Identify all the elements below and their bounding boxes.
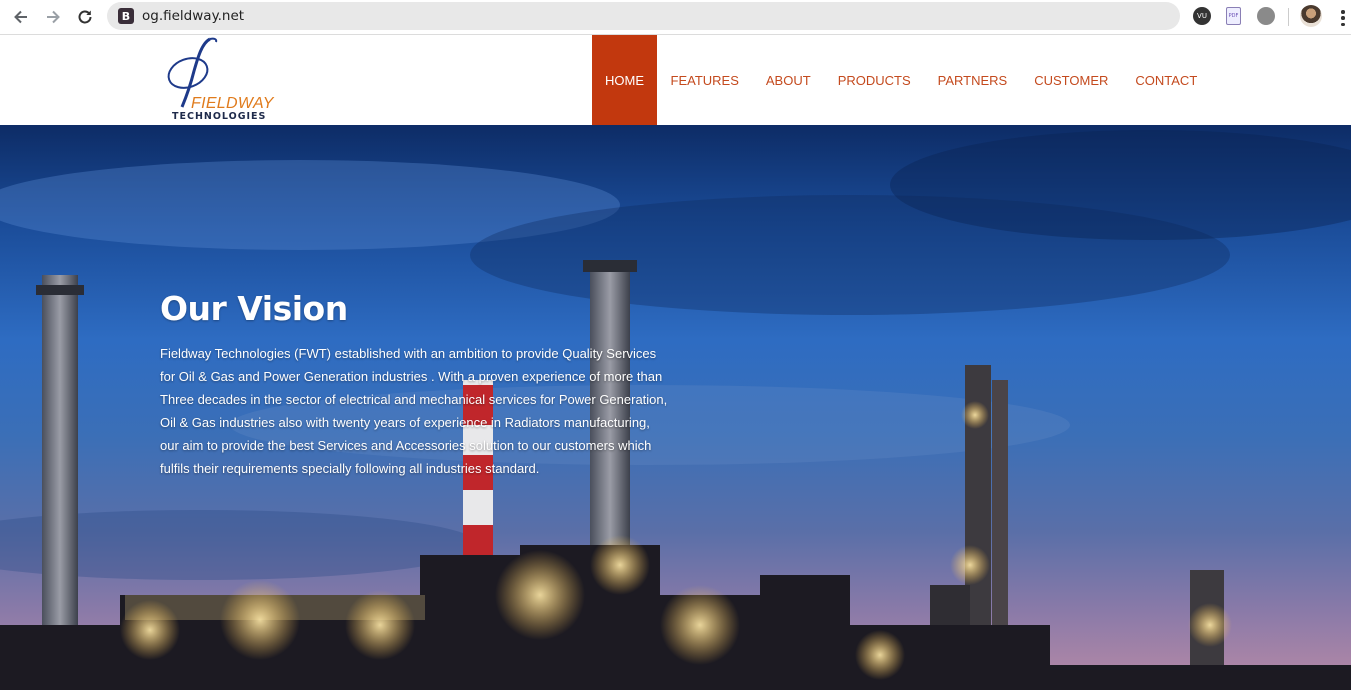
hero-content: Our Vision Fieldway Technologies (FWT) e… [160,289,670,480]
forward-button[interactable] [41,5,65,29]
nav-contact[interactable]: CONTACT [1122,35,1211,125]
arrow-right-icon [47,10,60,24]
site-favicon: B [118,8,134,24]
gray-extension-icon[interactable] [1257,7,1275,25]
profile-avatar[interactable] [1300,5,1322,27]
back-button[interactable] [9,5,33,29]
main-navigation: HOME FEATURES ABOUT PRODUCTS PARTNERS CU… [592,35,1211,125]
hero-section: Our Vision Fieldway Technologies (FWT) e… [0,125,1351,690]
site-header: FIELDWAY TECHNOLOGIES HOME FEATURES ABOU… [0,35,1351,125]
nav-customer[interactable]: CUSTOMER [1021,35,1122,125]
hero-description: Fieldway Technologies (FWT) established … [160,346,668,476]
browser-menu-button[interactable] [1335,8,1351,28]
pdf-extension-icon[interactable]: PDF [1226,7,1241,25]
nav-home[interactable]: HOME [592,35,657,125]
nav-partners[interactable]: PARTNERS [924,35,1021,125]
fieldway-logo[interactable]: FIELDWAY TECHNOLOGIES [164,37,274,125]
toolbar-divider [1288,8,1289,26]
logo-subtitle: TECHNOLOGIES [172,111,267,122]
nav-features[interactable]: FEATURES [657,35,752,125]
vu-extension-icon[interactable]: VU [1193,7,1211,25]
url-text[interactable]: og.fieldway.net [142,8,244,24]
arrow-left-icon [14,10,27,24]
address-bar[interactable]: B og.fieldway.net [107,2,1180,30]
reload-icon [78,10,92,24]
browser-toolbar: B og.fieldway.net VU PDF [0,0,1351,35]
nav-about[interactable]: ABOUT [752,35,824,125]
nav-products[interactable]: PRODUCTS [824,35,924,125]
hero-title: Our Vision [160,289,348,328]
reload-button[interactable] [73,5,97,29]
